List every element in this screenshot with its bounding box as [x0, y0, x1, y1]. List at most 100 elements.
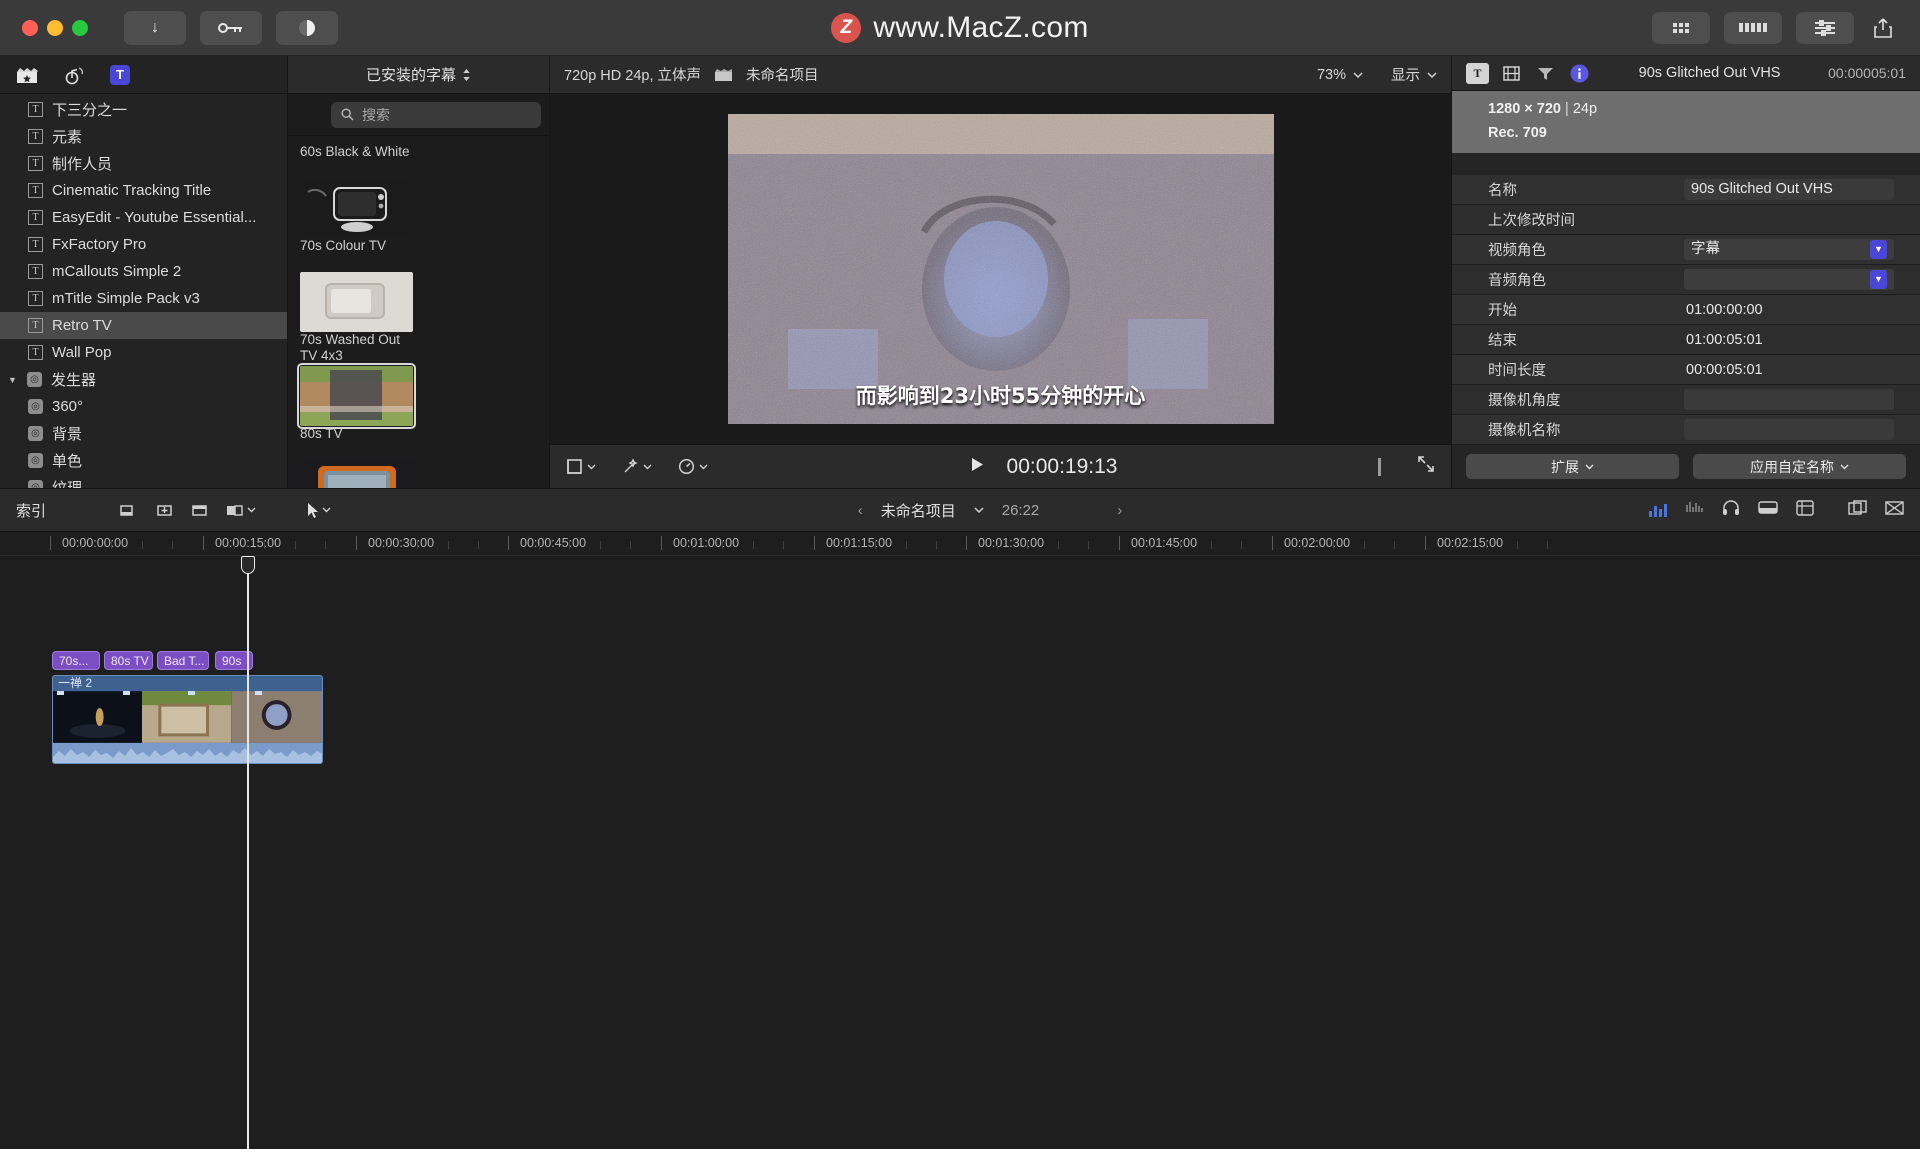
transform-button[interactable]	[566, 458, 596, 475]
sidebar-item-3[interactable]: T Cinematic Tracking Title	[0, 177, 287, 204]
close-panel-button[interactable]	[1885, 500, 1904, 521]
browser-category-menu[interactable]: 已安装的字幕	[288, 56, 549, 94]
duration-value[interactable]: 00:00:05:01	[1684, 362, 1894, 378]
timeline-clip-main[interactable]: 一禅 2	[52, 675, 323, 764]
retime-button[interactable]	[678, 458, 708, 475]
play-button[interactable]	[969, 456, 985, 478]
browser-item-thumbnail[interactable]	[300, 178, 413, 238]
audio-meters-button[interactable]	[1649, 503, 1667, 517]
camera-angle-field[interactable]	[1684, 389, 1894, 411]
video-tab[interactable]	[1500, 63, 1523, 84]
ruler-label: 00:00:30:00	[368, 536, 435, 550]
select-tool-button[interactable]	[306, 502, 331, 519]
sidebar-item-titles[interactable]: T	[110, 64, 130, 85]
camera-name-field[interactable]	[1684, 419, 1894, 441]
sidebar-item-2[interactable]: T 制作人员	[0, 150, 287, 177]
inspector-toggle-button[interactable]	[1796, 11, 1854, 44]
sidebar-item-retro-tv[interactable]: T Retro TV	[0, 312, 287, 339]
sidebar-item-0[interactable]: T 下三分之一	[0, 96, 287, 123]
sidebar-item-media[interactable]	[14, 64, 40, 86]
browser-item-0[interactable]: 60s Black & White	[300, 144, 417, 238]
video-role-select[interactable]: 字幕 ▼	[1684, 239, 1894, 261]
end-value[interactable]: 01:00:05:01	[1684, 332, 1894, 348]
sidebar-item-6[interactable]: T mCallouts Simple 2	[0, 258, 287, 285]
timeline-view-button[interactable]	[1724, 11, 1782, 44]
share-button[interactable]	[1868, 12, 1898, 44]
connect-button[interactable]	[190, 502, 209, 519]
text-tab[interactable]: T	[1466, 62, 1489, 84]
expand-menu-button[interactable]: 扩展	[1466, 454, 1679, 480]
vhs-thumb-icon	[300, 366, 413, 426]
info-icon	[1570, 64, 1589, 83]
appearance-button[interactable]	[276, 10, 338, 45]
sidebar-group-generators[interactable]: ▼ ◎ 发生器	[0, 366, 287, 393]
insert-button[interactable]	[155, 502, 174, 519]
sidebar-item-solids[interactable]: ◎ 单色	[0, 447, 287, 474]
chevron-down-icon	[322, 507, 331, 513]
maximize-window-button[interactable]	[72, 19, 88, 36]
audio-role-select[interactable]: ▼	[1684, 269, 1894, 291]
timeline-prev-button[interactable]: ‹	[858, 502, 863, 519]
apply-custom-name-button[interactable]: 应用自定名称	[1693, 454, 1906, 480]
download-button[interactable]: ↓	[124, 10, 186, 45]
timeline-body[interactable]: 70s... 80s TV Bad T... 90s 一禅 2	[0, 556, 1920, 1149]
name-field[interactable]: 90s Glitched Out VHS	[1684, 179, 1894, 201]
browser-item-3[interactable]: 80s TV	[300, 426, 417, 488]
play-icon	[971, 457, 983, 471]
minimize-window-button[interactable]	[47, 19, 63, 36]
sidebar-item-backgrounds[interactable]: ◎ 背景	[0, 420, 287, 447]
audio-monitor-button[interactable]	[1722, 499, 1740, 521]
timeline-next-button[interactable]: ›	[1117, 502, 1122, 519]
sidebar-item-label: FxFactory Pro	[52, 236, 147, 253]
viewer-zoom-menu[interactable]: 73%	[1317, 67, 1363, 83]
search-input[interactable]: 搜索	[331, 101, 541, 128]
sidebar-item-4[interactable]: T EasyEdit - Youtube Essential...	[0, 204, 287, 231]
start-value[interactable]: 01:00:00:00	[1684, 302, 1894, 318]
info-filter-tab[interactable]	[1534, 63, 1557, 84]
viewer-timecode[interactable]: 00:00:19:13	[1007, 455, 1118, 479]
playhead-handle[interactable]	[241, 556, 255, 574]
sidebar-item-7[interactable]: T mTitle Simple Pack v3	[0, 285, 287, 312]
ruler-tick	[966, 536, 967, 550]
skimming-button[interactable]	[1685, 500, 1704, 520]
close-panel-icon	[1885, 500, 1904, 515]
overwrite-button[interactable]	[225, 502, 256, 519]
bw-tv-thumb-icon	[300, 178, 413, 238]
sidebar-item-5[interactable]: T FxFactory Pro	[0, 231, 287, 258]
viewer-canvas[interactable]: 而影响到23小时55分钟的开心	[550, 94, 1451, 444]
timeline-index-button[interactable]	[1796, 499, 1814, 521]
viewer-display-menu[interactable]: 显示	[1391, 64, 1437, 85]
timeline-title-clip-1[interactable]: 80s TV	[104, 651, 153, 670]
timeline-index-label[interactable]: 索引	[16, 500, 104, 521]
browser-item-thumbnail-selected[interactable]	[297, 363, 416, 429]
detach-window-button[interactable]	[1848, 499, 1867, 521]
disclosure-triangle-icon[interactable]: ▼	[8, 375, 18, 385]
close-window-button[interactable]	[22, 19, 38, 36]
enhancements-button[interactable]	[622, 458, 652, 475]
browser-item-1[interactable]: 70s Colour TV	[300, 238, 417, 332]
browser-item-thumbnail[interactable]	[300, 460, 413, 488]
timeline-playhead[interactable]	[241, 556, 255, 1149]
timeline-project-name[interactable]: 未命名项目	[881, 500, 956, 521]
fullscreen-button[interactable]	[1417, 455, 1435, 478]
clip-appearance-button[interactable]	[1758, 500, 1778, 520]
key-button[interactable]	[200, 10, 262, 45]
timeline-title-clip-2[interactable]: Bad T...	[157, 651, 209, 670]
sidebar-item-textures[interactable]: ◎ 纹理	[0, 474, 287, 488]
append-button[interactable]	[120, 502, 139, 519]
timeline-pane[interactable]: 00:00:00:00 00:00:15:00 00:00:30:00 00:00:4…	[0, 532, 1920, 1149]
browser-item-thumbnail[interactable]	[300, 272, 413, 332]
chevron-down-icon[interactable]	[974, 507, 984, 513]
sidebar-item-audio[interactable]	[62, 64, 88, 86]
ruler-label: 00:01:30:00	[978, 536, 1045, 550]
timeline-ruler[interactable]: 00:00:00:00 00:00:15:00 00:00:30:00 00:00:4…	[0, 532, 1920, 556]
sidebar-item-360[interactable]: ◎ 360°	[0, 393, 287, 420]
sidebar-item-1[interactable]: T 元素	[0, 123, 287, 150]
title-icon: T	[28, 264, 43, 279]
timeline-title-clip-0[interactable]: 70s...	[52, 651, 100, 670]
sidebar-item-9[interactable]: T Wall Pop	[0, 339, 287, 366]
browser-item-2[interactable]: 70s Washed Out TV 4x3	[297, 332, 417, 429]
sidebar-item-label: Retro TV	[52, 317, 112, 334]
info-tab[interactable]	[1568, 63, 1591, 84]
browser-view-button[interactable]	[1652, 11, 1710, 44]
